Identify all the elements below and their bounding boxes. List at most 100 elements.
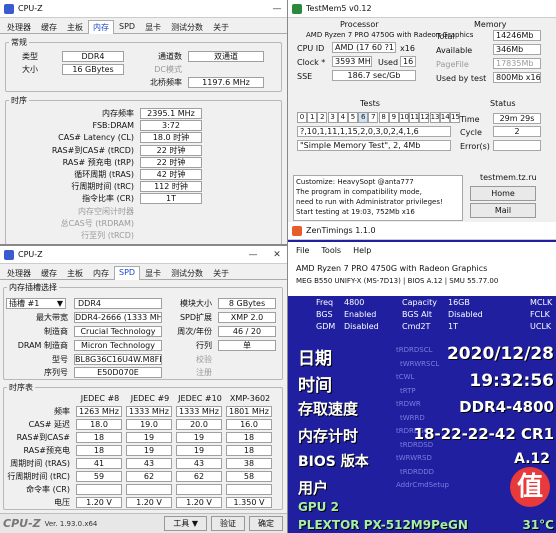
time-label: Time	[460, 115, 480, 124]
table-cell: 62	[176, 471, 222, 482]
used-value: 16	[400, 56, 416, 67]
tab-mainboard[interactable]: 主板	[62, 266, 88, 279]
table-cell: 18.0	[76, 419, 122, 430]
osd-value: 31°C	[522, 518, 554, 532]
window-title: ZenTimings 1.1.0	[306, 226, 376, 235]
minimize-icon[interactable]: —	[267, 4, 287, 14]
osd-value: 19:32:56	[469, 371, 554, 391]
tab-bench[interactable]: 测试分数	[166, 20, 208, 33]
tab-memory[interactable]: 内存	[88, 266, 114, 279]
osd-label: 用户	[298, 479, 329, 497]
max-bw-label: 最大带宽	[36, 313, 68, 322]
table-cell: 59	[76, 471, 122, 482]
test-cell[interactable]: 3	[327, 112, 338, 123]
timing-value: 2395.1 MHz	[140, 108, 202, 119]
menu-help[interactable]: Help	[353, 246, 371, 255]
errors-label: Error(s)	[460, 142, 490, 151]
mail-button[interactable]: Mail	[470, 203, 536, 218]
osd-label: PLEXTOR PX-512M9PeGN	[298, 518, 468, 532]
part-label: 型号	[52, 355, 68, 364]
table-row-label: RAS#到CAS#	[16, 433, 70, 442]
table-row-label: 行周期时间 (tRC)	[7, 472, 70, 481]
tools-button[interactable]: 工具 ▼	[164, 516, 207, 531]
menu-bar: File Tools Help	[288, 242, 556, 258]
clock-value: 3593 MHz	[332, 56, 372, 67]
serial-label: 序列号	[44, 368, 68, 377]
test-cell[interactable]: 2	[317, 112, 328, 123]
tab-processor[interactable]: 处理器	[2, 20, 36, 33]
table-cell	[226, 484, 272, 495]
tab-graphics[interactable]: 显卡	[140, 266, 166, 279]
test-cell[interactable]: 10	[399, 112, 409, 123]
timing-value: 3:72	[140, 120, 202, 132]
rank-value: 单	[218, 340, 276, 351]
test-cell[interactable]: 8	[378, 112, 389, 123]
home-button[interactable]: Home	[470, 186, 536, 201]
size-label: 大小	[22, 65, 38, 74]
timing-label: 行周期时间 (tRC)	[71, 182, 134, 192]
table-cell: 43	[176, 458, 222, 469]
table-cell: 19	[126, 432, 172, 443]
test-cell[interactable]: 0	[297, 112, 307, 123]
tab-about[interactable]: 关于	[208, 266, 234, 279]
timing-value: 18.0 时钟	[140, 132, 202, 144]
slot-select[interactable]: 插槽 #1 ▼	[6, 298, 66, 309]
table-cell: 38	[226, 458, 272, 469]
table-cell	[126, 484, 172, 495]
table-cell: 19	[126, 445, 172, 456]
close-icon[interactable]: ✕	[267, 250, 287, 260]
menu-file[interactable]: File	[296, 246, 309, 255]
test-cell[interactable]: 5	[348, 112, 358, 123]
timing-value: 1T	[140, 193, 202, 205]
timing-label: 内存空闲计时器	[78, 206, 134, 216]
tab-memory[interactable]: 内存	[88, 20, 114, 34]
tab-graphics[interactable]: 显卡	[140, 20, 166, 33]
tab-bench[interactable]: 测试分数	[166, 266, 208, 279]
osd-label: 内存计时	[298, 427, 359, 445]
test-cell[interactable]: 11	[409, 112, 420, 123]
table-cell: 1.20 V	[126, 497, 172, 508]
window-title: TestMem5 v0.12	[306, 4, 372, 13]
total-value: 14246Mb	[493, 30, 541, 41]
tab-about[interactable]: 关于	[208, 20, 234, 33]
ghost-label: tWRWRSCL	[400, 359, 440, 368]
test-cell[interactable]: 9	[388, 112, 399, 123]
osd-label: GPU 2	[298, 500, 339, 514]
tab-processor[interactable]: 处理器	[2, 266, 36, 279]
test-sequence: ?,10,1,11,1,15,2,0,3,0,2,4,1,6	[297, 126, 451, 137]
test-cell[interactable]: 13	[429, 112, 440, 123]
timing-label: RAS#到CAS# (tRCD)	[51, 145, 134, 155]
time-value: 29m 29s	[493, 113, 541, 124]
tab-spd[interactable]: SPD	[114, 20, 140, 33]
total-label: Total	[436, 32, 455, 41]
tools-label: 工具	[173, 519, 190, 528]
tab-cache[interactable]: 缓存	[36, 266, 62, 279]
ghost-label: tRDRDSCL	[396, 346, 433, 354]
table-cell: 18	[226, 445, 272, 456]
validate-button[interactable]: 验证	[211, 516, 245, 531]
cpuz-titlebar: CPU-Z —	[0, 0, 287, 18]
test-cell[interactable]: 1	[307, 112, 318, 123]
window-title: CPU-Z	[18, 4, 43, 13]
watermark-logo: 值	[510, 467, 550, 507]
test-cell[interactable]: 14	[439, 112, 450, 123]
timing-value: 42 时钟	[140, 169, 202, 180]
test-cell[interactable]: 12	[419, 112, 430, 123]
test-cell[interactable]: 7	[368, 112, 379, 123]
test-cell[interactable]: 4	[337, 112, 348, 123]
log-line: The program in compatibility mode,	[296, 188, 422, 196]
table-row-label: 频率	[54, 407, 70, 416]
table-cell: 1.20 V	[76, 497, 122, 508]
tab-spd[interactable]: SPD	[114, 266, 141, 280]
grid-value: Disabled	[344, 322, 379, 331]
ok-button[interactable]: 确定	[249, 516, 283, 531]
test-cell[interactable]: 6	[358, 112, 369, 123]
menu-tools[interactable]: Tools	[321, 246, 341, 255]
test-cell[interactable]: 15	[450, 112, 460, 123]
timing-label: 内存频率	[102, 109, 134, 118]
minimize-icon[interactable]: —	[243, 250, 263, 260]
tab-cache[interactable]: 缓存	[36, 20, 62, 33]
type-value: DDR4	[62, 51, 124, 62]
tab-mainboard[interactable]: 主板	[62, 20, 88, 33]
available-label: Available	[436, 46, 473, 55]
